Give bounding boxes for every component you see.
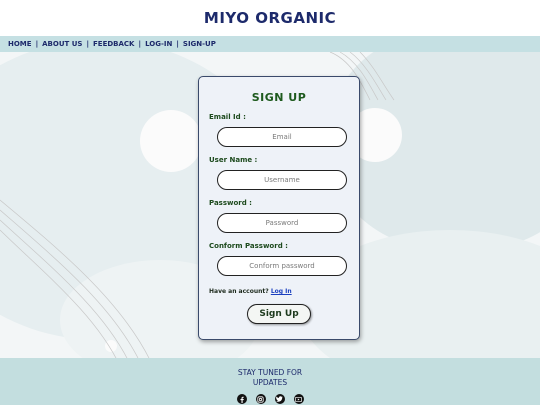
- confirm-password-label: Conform Password :: [209, 242, 288, 250]
- nav-item-sign-up[interactable]: SIGN-UP: [183, 40, 216, 48]
- signup-form: SIGN UP Email Id : User Name : Password …: [198, 76, 360, 340]
- login-link[interactable]: Log In: [271, 288, 292, 295]
- youtube-icon[interactable]: [293, 394, 304, 404]
- site-footer: STAY TUNED FOR UPDATES: [0, 358, 540, 405]
- nav-item-about-us[interactable]: ABOUT US: [42, 40, 82, 48]
- nav-separator: |: [35, 40, 39, 48]
- email-label: Email Id :: [209, 113, 246, 121]
- nav-separator: |: [176, 40, 179, 48]
- site-header: MIYO ORGANIC: [0, 0, 540, 36]
- instagram-icon[interactable]: [255, 394, 266, 404]
- nav-item-log-in[interactable]: LOG-IN: [145, 40, 172, 48]
- confirm-password-field[interactable]: [217, 256, 347, 276]
- nav-separator: |: [138, 40, 142, 48]
- top-navigation: HOME | ABOUT US | FEEDBACK | LOG-IN | SI…: [0, 36, 540, 52]
- account-prompt: Have an account? Log In: [209, 288, 349, 295]
- username-field[interactable]: [217, 170, 347, 190]
- password-field[interactable]: [217, 213, 347, 233]
- nav-item-feedback[interactable]: FEEDBACK: [93, 40, 134, 48]
- twitter-icon[interactable]: [274, 394, 285, 404]
- signup-button[interactable]: Sign Up: [247, 304, 311, 324]
- password-label: Password :: [209, 199, 252, 207]
- account-text: Have an account?: [209, 288, 269, 295]
- facebook-icon[interactable]: [236, 394, 247, 404]
- form-title: SIGN UP: [251, 91, 307, 104]
- footer-tagline: STAY TUNED FOR UPDATES: [237, 368, 303, 387]
- email-field[interactable]: [217, 127, 347, 147]
- nav-item-home[interactable]: HOME: [8, 40, 32, 48]
- social-icons: [0, 394, 540, 404]
- nav-separator: |: [86, 40, 90, 48]
- site-title: MIYO ORGANIC: [203, 9, 337, 27]
- username-label: User Name :: [209, 156, 258, 164]
